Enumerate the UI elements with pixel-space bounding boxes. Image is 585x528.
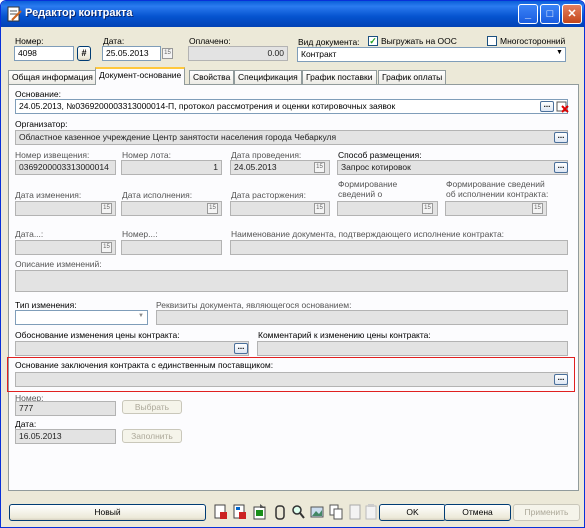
single-supplier-browse-button[interactable]: ...	[554, 374, 568, 385]
multi-label: Многосторонний	[500, 36, 566, 46]
method-label: Способ размещения:	[338, 150, 422, 160]
basis-field[interactable]: 24.05.2013, №0369200003313000014-П, прот…	[15, 99, 568, 114]
export-icon[interactable]	[253, 504, 267, 520]
paid-field: 0.00	[188, 46, 288, 61]
change-type-label: Тип изменения:	[15, 300, 77, 310]
basis-label: Основание:	[15, 89, 61, 99]
number-field[interactable]: 4098	[14, 46, 74, 61]
close-button[interactable]: ✕	[562, 4, 582, 24]
confirm-doc-label: Наименование документа, подтверждающего …	[231, 229, 505, 239]
minimize-button[interactable]: _	[518, 4, 538, 24]
tab-delivery-schedule[interactable]: График поставки	[302, 70, 377, 84]
notice-field: 0369200003313000014	[15, 160, 116, 175]
price-comment-field	[257, 341, 568, 356]
hold-date-label: Дата проведения:	[231, 150, 302, 160]
forming-label-1: Формирование	[338, 179, 398, 189]
calendar-icon: 15	[207, 203, 218, 214]
forming-label-2: сведений о	[338, 189, 383, 199]
number-dots-label: Номер...:	[122, 229, 158, 239]
paid-label: Оплачено:	[189, 36, 231, 46]
title-bar[interactable]: Редактор контракта _ □ ✕	[1, 1, 584, 27]
basis-browse-button[interactable]: ...	[540, 101, 554, 112]
organizer-field: Областное казенное учреждение Центр заня…	[15, 130, 568, 145]
basis-requisites-label: Реквизиты документа, являющегося основан…	[156, 300, 352, 310]
organizer-browse-button[interactable]: ...	[554, 132, 568, 143]
paste-icon	[365, 504, 377, 520]
search-icon[interactable]	[291, 504, 305, 520]
fill-button[interactable]: Заполнить	[122, 429, 182, 443]
attachment-icon[interactable]	[273, 504, 287, 520]
calendar-icon: 15	[422, 203, 433, 214]
doctype-select[interactable]: Контракт	[297, 47, 566, 62]
method-field: Запрос котировок	[337, 160, 568, 175]
price-reason-browse-button[interactable]: ...	[234, 343, 248, 354]
number-dots-field	[121, 240, 222, 255]
organizer-label: Организатор:	[15, 119, 68, 129]
cancel-date-label: Дата расторжения:	[231, 190, 306, 200]
upload-label: Выгружать на ООС	[381, 36, 457, 46]
price-comment-label: Комментарий к изменению цены контракта:	[258, 330, 431, 340]
calendar-icon: 15	[314, 203, 325, 214]
doctype-label: Вид документа:	[298, 37, 360, 47]
num-field: 777	[15, 401, 116, 416]
print-preview-icon[interactable]	[233, 504, 247, 520]
maximize-button[interactable]: □	[540, 4, 560, 24]
price-reason-field	[15, 341, 249, 356]
copy-icon[interactable]	[329, 504, 343, 520]
app-icon	[7, 6, 22, 22]
single-supplier-field	[15, 372, 568, 387]
window-title: Редактор контракта	[25, 7, 133, 19]
new-button[interactable]: Новый	[9, 504, 206, 521]
print-icon[interactable]	[214, 504, 228, 520]
basis-requisites-field	[156, 310, 568, 325]
method-browse-button[interactable]: ...	[554, 162, 568, 173]
tab-general[interactable]: Общая информация	[8, 70, 97, 84]
forming-exec-label-2: об исполнении контракта:	[446, 189, 549, 199]
multi-checkbox[interactable]	[487, 36, 497, 46]
number-label: Номер:	[15, 36, 44, 46]
change-type-select[interactable]	[15, 310, 148, 325]
change-desc-label: Описание изменений:	[15, 259, 102, 269]
clear-basis-icon[interactable]	[556, 100, 569, 113]
tab-specification[interactable]: Спецификация	[234, 70, 302, 84]
document-icon	[349, 504, 361, 520]
date-label: Дата:	[103, 36, 125, 46]
apply-button[interactable]: Применить	[513, 504, 580, 521]
calendar-icon: 15	[101, 242, 112, 253]
calendar-icon[interactable]: 15	[162, 48, 173, 59]
calendar-icon: 15	[532, 203, 543, 214]
date-dots-label: Дата...:	[15, 229, 44, 239]
cancel-button[interactable]: Отмена	[444, 504, 511, 521]
chevron-down-icon[interactable]: ▼	[138, 313, 144, 319]
select-button[interactable]: Выбрать	[122, 400, 182, 414]
upload-checkbox[interactable]: ✓	[368, 36, 378, 46]
change-date-label: Дата изменения:	[15, 190, 82, 200]
tab-basis-document[interactable]: Документ-основание	[95, 67, 186, 85]
confirm-doc-field	[230, 240, 568, 255]
ok-button[interactable]: OK	[379, 504, 446, 521]
number-hash-button[interactable]: #	[77, 46, 91, 61]
calendar-icon: 15	[101, 203, 112, 214]
tab-properties[interactable]: Свойства	[189, 70, 235, 84]
exec-date-label: Дата исполнения:	[122, 190, 193, 200]
chevron-down-icon[interactable]: ▼	[556, 49, 563, 56]
date-field[interactable]: 25.05.2013	[102, 46, 161, 61]
forming-exec-label-1: Формирование сведений	[446, 179, 545, 189]
lot-label: Номер лота:	[122, 150, 172, 160]
contract-editor-window: Редактор контракта _ □ ✕ Номер: 4098 # Д…	[0, 0, 585, 528]
date2-field: 16.05.2013	[15, 429, 116, 444]
single-supplier-label: Основание заключения контракта с единств…	[15, 360, 274, 370]
image-icon[interactable]	[310, 504, 324, 520]
lot-field: 1	[121, 160, 222, 175]
price-reason-label: Обоснование изменения цены контракта:	[15, 330, 180, 340]
notice-label: Номер извещения:	[15, 150, 90, 160]
tab-payment-schedule[interactable]: График оплаты	[378, 70, 447, 84]
calendar-icon: 15	[314, 162, 325, 173]
change-desc-field	[15, 270, 568, 292]
date2-label: Дата:	[15, 419, 37, 429]
